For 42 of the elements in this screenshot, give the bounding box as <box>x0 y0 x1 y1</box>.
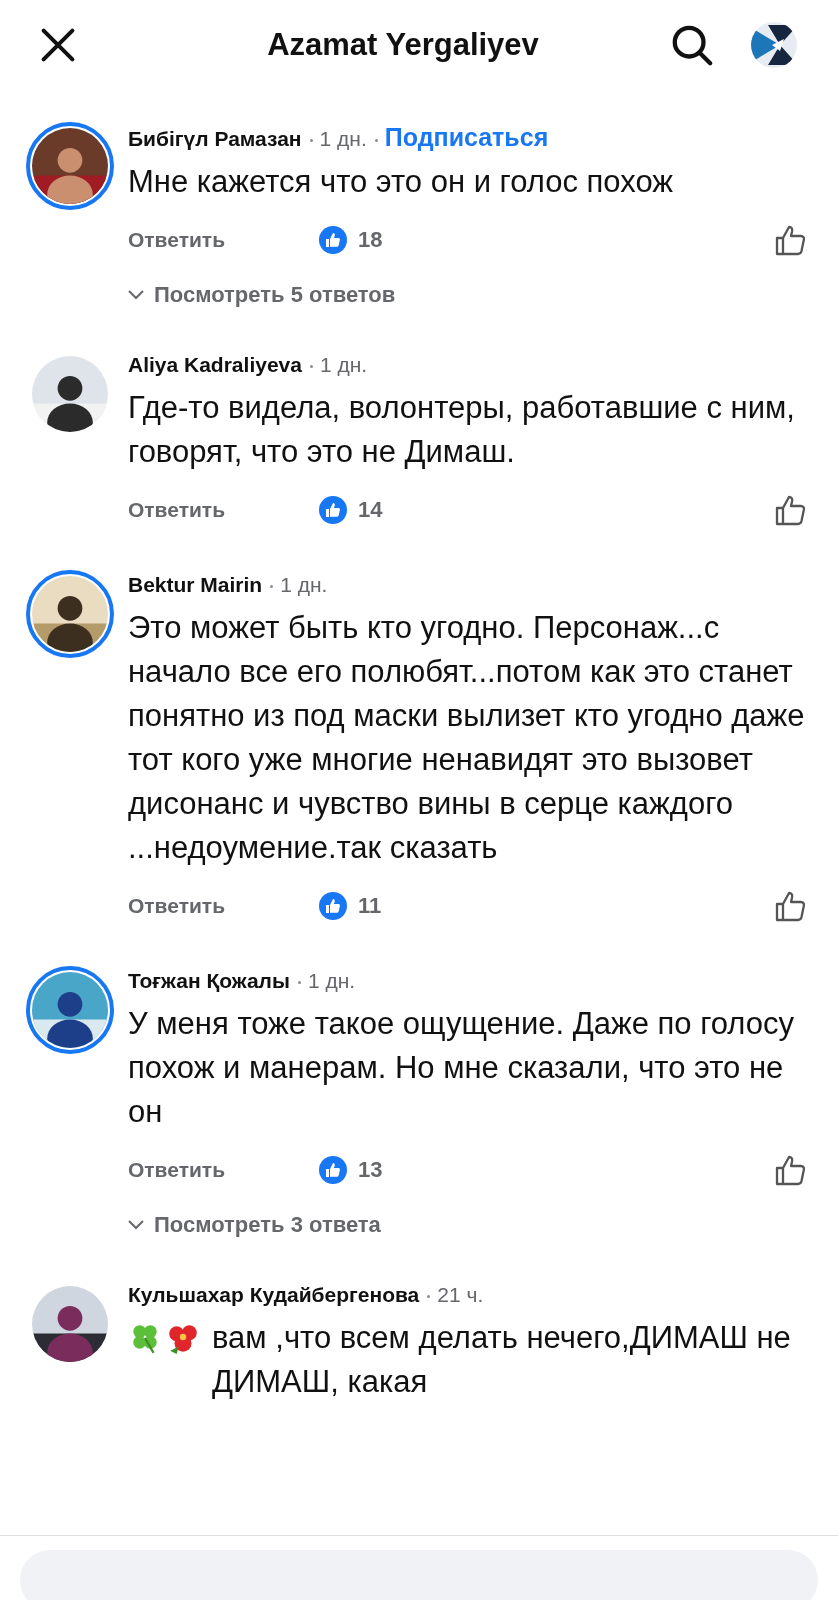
comment-text: Это может быть кто угодно. Персонаж...с начало все его полюбят...потом как это станет понятно из под маски вылизет кто угодно даже тот кого уже многие ненавидят это вызовет дисонанс и чувство вины в серце каждого ...недоумение.так сказать <box>128 609 806 867</box>
view-replies-link[interactable]: Посмотреть 5 ответов <box>154 282 396 308</box>
avatar-ring[interactable] <box>26 966 114 1054</box>
like-icon <box>318 495 348 525</box>
thumbs-up-icon[interactable] <box>774 223 808 257</box>
avatar-ring[interactable] <box>26 122 114 210</box>
reply-button[interactable]: Ответить <box>128 894 318 918</box>
like-count: 13 <box>358 1157 384 1183</box>
like-count: 11 <box>358 893 383 919</box>
chevron-down-icon <box>128 290 144 300</box>
like-icon <box>318 1155 348 1185</box>
comment-text: У меня тоже такое ощущение. Даже по голосу похож и манерам. Но мне сказали, что это не он <box>128 1005 796 1131</box>
comment-time: 1 дн. <box>307 969 356 992</box>
chevron-down-icon <box>128 1220 144 1230</box>
thumbs-up-icon[interactable] <box>774 493 808 527</box>
like-count: 14 <box>358 497 384 523</box>
reply-button[interactable]: Ответить <box>128 1158 318 1182</box>
avatar-ring[interactable] <box>26 570 114 658</box>
like-count: 18 <box>358 227 384 253</box>
author-name[interactable]: Кульшахар Кудайбергенова <box>128 1283 420 1306</box>
close-icon[interactable] <box>40 27 76 63</box>
author-name[interactable]: Бибiгүл Рамазан <box>128 127 302 150</box>
comment-text: Где-то видела, волонтеры, работавшие с ним, говорят, что это не Димаш. <box>128 389 796 471</box>
author-name[interactable]: Bektur Mairin <box>128 573 263 596</box>
page-title: Azamat Yergaliyev <box>266 27 540 63</box>
like-icon <box>318 225 348 255</box>
reply-button[interactable]: Ответить <box>128 228 318 252</box>
follow-link[interactable]: Подписаться <box>384 123 549 151</box>
like-icon <box>318 891 348 921</box>
comment-text: вам ,что всем делать нечего,ДИМАШ не ДИМАШ, какая <box>212 1319 792 1401</box>
author-name[interactable]: Aliya Kadraliyeva <box>128 353 302 376</box>
author-name[interactable]: Тоғжан Қожалы <box>128 969 290 992</box>
reply-button[interactable]: Ответить <box>128 498 318 522</box>
comment-time: 1 дн. <box>319 353 368 376</box>
search-icon[interactable] <box>670 23 714 67</box>
comment-time: 1 дн. <box>319 127 367 150</box>
view-replies-link[interactable]: Посмотреть 3 ответа <box>154 1212 381 1238</box>
thumbs-up-icon[interactable] <box>774 1153 808 1187</box>
comment-text: Мне кажется что это он и голос похож <box>128 163 673 201</box>
thumbs-up-icon[interactable] <box>774 889 808 923</box>
comment-time: 1 дн. <box>280 573 328 596</box>
comment-time: 21 ч. <box>437 1283 484 1306</box>
